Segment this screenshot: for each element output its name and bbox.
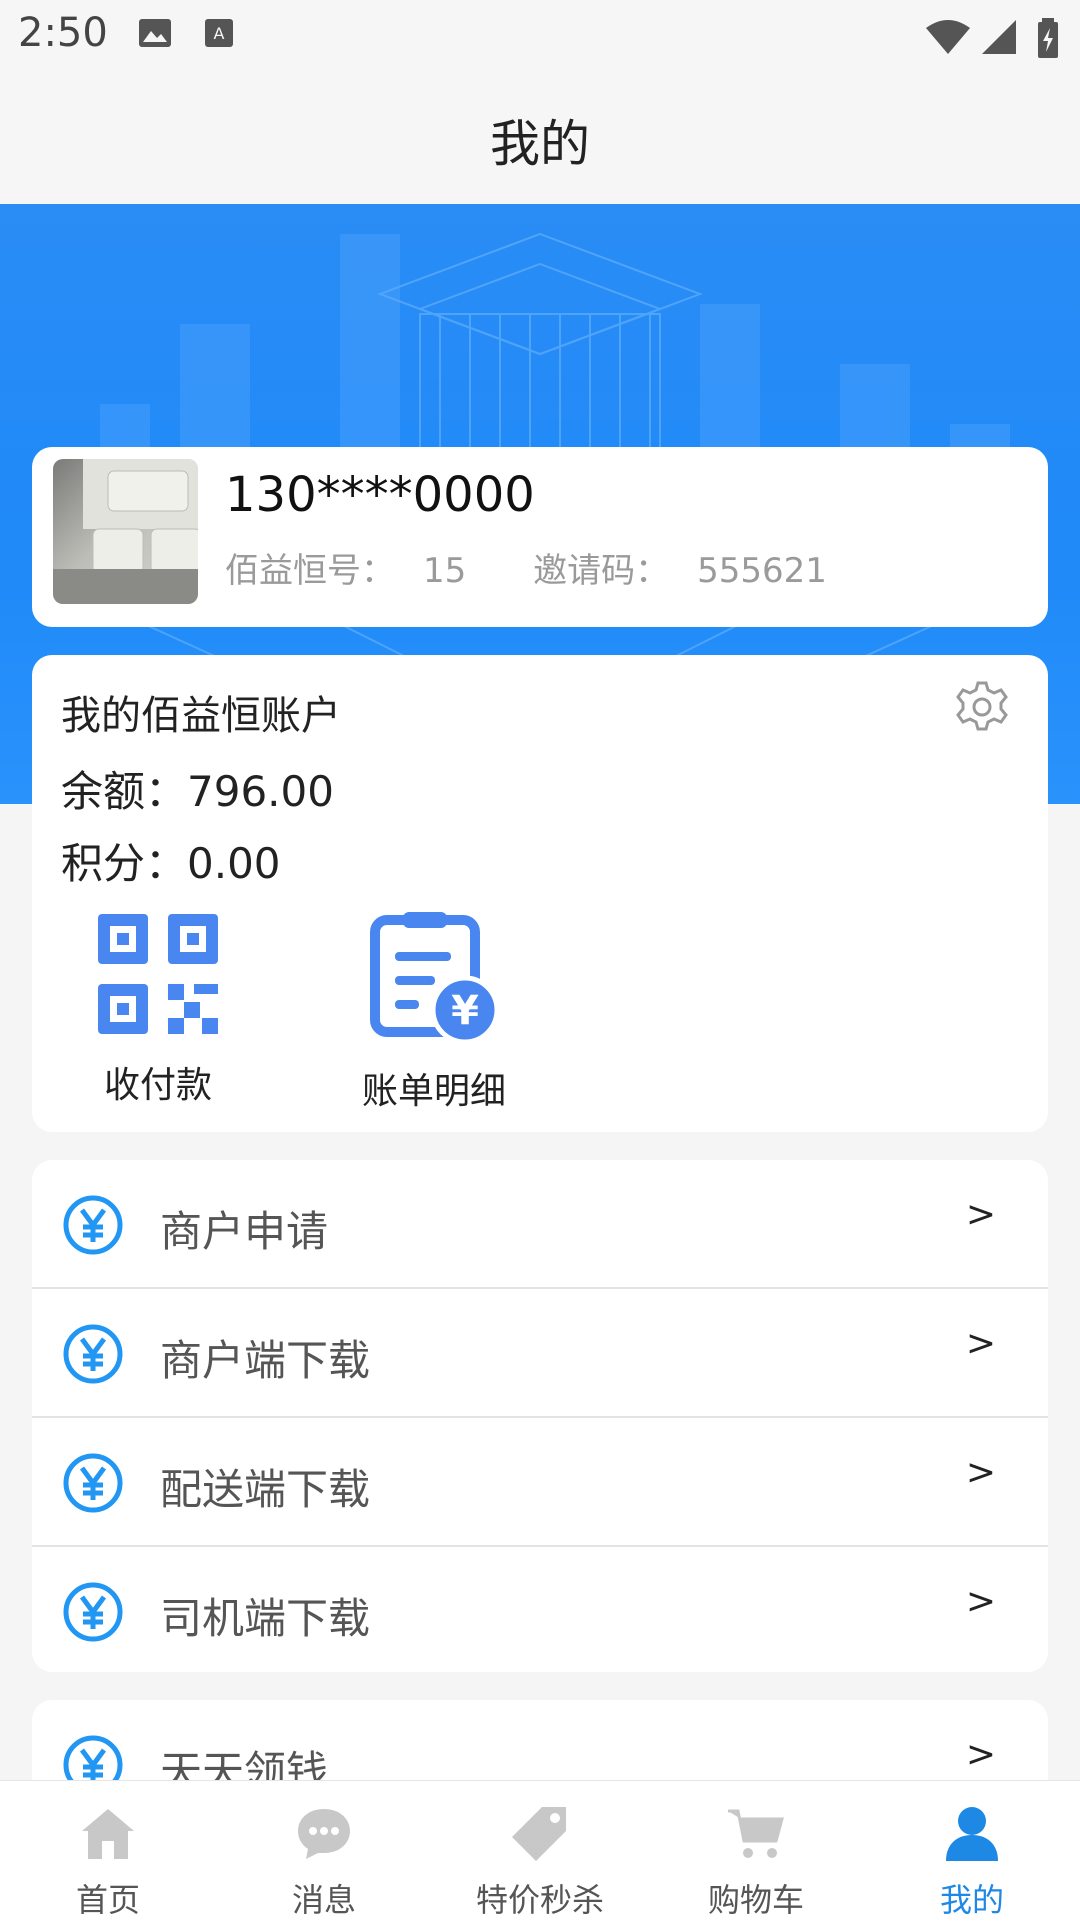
menu-item-label: 司机端下载 <box>160 1594 371 1643</box>
profile-meta: 佰益恒号： 15 邀请码： 555621 <box>225 543 883 592</box>
battery-icon <box>1038 18 1058 58</box>
user-phone: 130****0000 <box>225 467 535 523</box>
user-icon <box>946 1807 998 1861</box>
chevron-right-icon: > <box>965 1194 996 1235</box>
menu-item-label: 商户申请 <box>160 1207 329 1256</box>
invite-label: 邀请码： <box>533 551 670 591</box>
points-row: 积分：0.00 <box>61 830 281 891</box>
menu-item-merchant-apply[interactable]: 商户申请 > <box>32 1160 1048 1288</box>
account-card: 我的佰益恒账户 余额：796.00 积分：0.00 收付款 ¥ 账单明细 <box>32 655 1048 1132</box>
payment-action[interactable]: 收付款 <box>78 910 238 1108</box>
menu-item-driver-download[interactable]: 司机端下载 > <box>32 1547 1048 1672</box>
invite-code: 555621 <box>697 551 827 591</box>
tab-label: 特价秒杀 <box>475 1881 604 1919</box>
account-title: 我的佰益恒账户 <box>61 693 341 739</box>
tab-flash-sale[interactable]: 特价秒杀 <box>432 1781 648 1921</box>
qr-code-icon <box>98 914 218 1034</box>
cart-icon <box>728 1809 784 1858</box>
image-notification-icon <box>139 19 171 47</box>
chevron-right-icon: > <box>965 1452 996 1493</box>
member-no-label: 佰益恒号： <box>225 551 395 591</box>
bill-icon: ¥ <box>370 912 500 1045</box>
message-icon <box>298 1809 350 1859</box>
profile-card[interactable]: 130****0000 佰益恒号： 15 邀请码： 555621 <box>32 447 1048 627</box>
points-label: 积分： <box>61 839 188 888</box>
app-header: 我的 <box>0 74 1080 204</box>
settings-gear-icon[interactable] <box>954 679 1010 735</box>
keyboard-notification-icon: A <box>205 19 233 47</box>
yuan-icon <box>63 1453 123 1513</box>
yuan-icon <box>63 1324 123 1384</box>
menu-item-delivery-download[interactable]: 配送端下载 > <box>32 1418 1048 1546</box>
menu-list: 商户申请 > 商户端下载 > 配送端下载 > 司机端下载 > <box>32 1160 1048 1672</box>
chevron-right-icon: > <box>965 1323 996 1364</box>
balance-label: 余额： <box>61 767 188 816</box>
payment-label: 收付款 <box>103 1065 212 1106</box>
yuan-icon <box>63 1195 123 1255</box>
tab-label: 消息 <box>291 1881 356 1919</box>
bill-detail-action[interactable]: ¥ 账单明细 <box>334 910 534 1114</box>
tab-label: 首页 <box>75 1881 140 1919</box>
tab-label: 购物车 <box>707 1881 804 1919</box>
tag-icon <box>512 1807 566 1861</box>
menu-item-merchant-download[interactable]: 商户端下载 > <box>32 1289 1048 1417</box>
member-no: 15 <box>423 551 467 591</box>
chevron-right-icon: > <box>965 1581 996 1622</box>
tab-mine[interactable]: 我的 <box>864 1781 1080 1921</box>
status-time: 2:50 <box>18 10 108 56</box>
chevron-right-icon: > <box>965 1734 996 1775</box>
home-icon <box>82 1809 134 1859</box>
svg-text:¥: ¥ <box>451 988 479 1034</box>
tab-cart[interactable]: 购物车 <box>648 1781 864 1921</box>
bill-detail-label: 账单明细 <box>361 1071 506 1112</box>
tab-messages[interactable]: 消息 <box>216 1781 432 1921</box>
balance-row: 余额：796.00 <box>61 758 334 819</box>
avatar-photo <box>53 459 198 604</box>
status-bar: 2:50 A <box>0 0 1080 74</box>
points-value: 0.00 <box>187 839 281 888</box>
signal-icon <box>982 20 1016 54</box>
menu-item-label: 商户端下载 <box>160 1336 371 1385</box>
tab-home[interactable]: 首页 <box>0 1781 216 1921</box>
menu-item-label: 配送端下载 <box>160 1465 371 1514</box>
avatar[interactable] <box>53 459 198 604</box>
bottom-tab-bar: 首页 消息 特价秒杀 购物车 我的 <box>0 1780 1080 1921</box>
page-title: 我的 <box>490 115 590 173</box>
yuan-icon <box>63 1582 123 1642</box>
balance-value: 796.00 <box>187 767 334 816</box>
svg-text:A: A <box>214 24 225 43</box>
wifi-icon <box>926 20 970 54</box>
tab-label: 我的 <box>939 1881 1004 1919</box>
